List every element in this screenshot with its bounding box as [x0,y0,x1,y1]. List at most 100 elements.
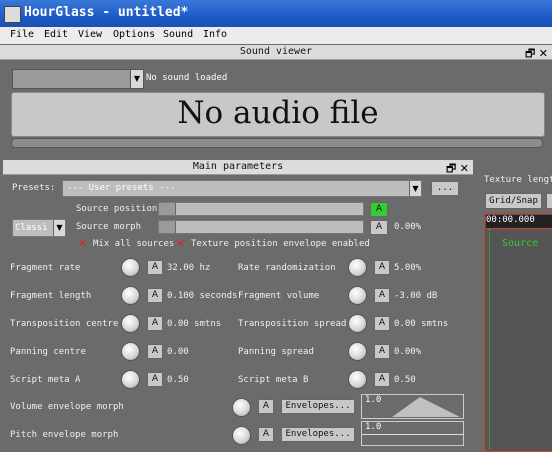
volume-envelope-knob[interactable] [232,398,251,417]
menu-sound[interactable]: Sound [163,29,193,40]
volume-envelope-a-button[interactable]: A [258,399,274,414]
no-audio-placeholder: No audio file [177,95,379,131]
script-meta-b-label: Script meta B [238,375,309,385]
menu-file[interactable]: File [10,29,34,40]
fragment-volume-knob[interactable] [348,286,367,305]
pitch-envelopes-button[interactable]: Envelopes... [281,427,355,442]
script-meta-b-knob[interactable] [348,370,367,389]
envelope-shape [392,397,460,417]
waveform-display[interactable]: No audio file [11,92,545,137]
mix-all-checkbox[interactable]: ✕ [78,238,88,249]
chevron-down-icon[interactable]: ▼ [53,220,65,236]
window-title: HourGlass - untitled* [24,5,189,20]
fragment-volume-value: -3.00 dB [394,291,438,301]
sound-status: No sound loaded [146,73,228,83]
panning-spread-label: Panning spread [238,347,314,357]
script-meta-b-a-button[interactable]: A [374,372,390,387]
menu-options[interactable]: Options [113,29,155,40]
pitch-envelope-a-button[interactable]: A [258,427,274,442]
float-icon[interactable]: 🗗 [446,162,456,175]
mode-value: Classi [15,223,48,233]
source-morph-a-button[interactable]: A [370,220,388,235]
volume-envelopes-button[interactable]: Envelopes... [281,399,355,414]
transposition-centre-knob[interactable] [121,314,140,333]
sound-viewer-scrollbar[interactable] [11,138,543,148]
panning-centre-label: Panning centre [10,347,86,357]
panning-centre-value: 0.00 [167,347,189,357]
title-bar: HourGlass - untitled* [0,0,552,27]
fragment-length-label: Fragment length [10,291,92,301]
panning-centre-a-button[interactable]: A [147,344,163,359]
volume-envelope-label: Volume envelope morph [10,402,124,412]
volume-envelope-editor[interactable]: 1.0 [361,394,464,419]
source-morph-label: Source morph [76,222,142,232]
mode-select[interactable]: Classi ▼ [12,219,66,237]
source-position-label: Source position [76,204,158,214]
pitch-envelope-value: 1.0 [365,422,382,432]
source-morph-slider[interactable] [158,220,364,234]
float-icon[interactable]: 🗗 [525,47,535,60]
main-parameters-title: Main parameters [192,161,284,172]
chevron-down-icon[interactable]: ▼ [409,181,421,196]
source-morph-value: 0.00% [394,222,422,232]
presets-label: Presets: [12,183,56,193]
rate-randomization-knob[interactable] [348,258,367,277]
main-parameters-header: Main parameters 🗗 ✕ [3,160,473,175]
transposition-spread-value: 0.00 smtns [394,319,449,329]
menu-info[interactable]: Info [203,29,227,40]
source-position-a-button[interactable]: A [370,202,388,217]
presets-select[interactable]: --- User presets --- ▼ [62,180,422,197]
presets-value: --- User presets --- [67,183,176,193]
fragment-rate-knob[interactable] [121,258,140,277]
texture-timeline[interactable]: 00:00.000 Source [484,213,552,452]
texture-source-label: Source [502,238,539,249]
mix-all-label: Mix all sources [93,239,175,249]
transposition-spread-a-button[interactable]: A [374,316,390,331]
fragment-rate-value: 32.00 hz [167,263,211,273]
fragment-rate-label: Fragment rate [10,263,81,273]
panning-spread-a-button[interactable]: A [374,344,390,359]
texture-time: 00:00.000 [486,215,552,229]
pitch-envelope-knob[interactable] [232,426,251,445]
slider-handle[interactable] [159,221,176,233]
script-meta-a-knob[interactable] [121,370,140,389]
panning-centre-knob[interactable] [121,342,140,361]
sound-viewer-title: Sound viewer [239,46,313,57]
rate-randomization-value: 5.00% [394,263,422,273]
close-icon[interactable]: ✕ [539,47,548,60]
transposition-centre-value: 0.00 smtns [167,319,222,329]
menu-bar: File Edit View Options Sound Info [0,27,552,44]
fragment-length-a-button[interactable]: A [147,288,163,303]
close-icon[interactable]: ✕ [460,162,469,175]
script-meta-a-a-button[interactable]: A [147,372,163,387]
fragment-volume-a-button[interactable]: A [374,288,390,303]
fragment-length-value: 0.100 seconds [167,291,238,301]
fragment-length-knob[interactable] [121,286,140,305]
texture-extra-button[interactable] [546,193,552,209]
texture-cursor [489,229,491,449]
app-icon [4,6,21,23]
panning-spread-value: 0.00% [394,347,422,357]
transposition-centre-a-button[interactable]: A [147,316,163,331]
grid-snap-button[interactable]: Grid/Snap [485,193,542,209]
rate-randomization-label: Rate randomization [238,263,336,273]
envelope-line [362,434,463,435]
chevron-down-icon[interactable]: ▼ [130,70,143,88]
script-meta-a-value: 0.50 [167,375,189,385]
transposition-spread-knob[interactable] [348,314,367,333]
presets-more-button[interactable]: ... [431,181,459,196]
texture-envelope-label: Texture position envelope enabled [191,239,370,249]
source-position-slider[interactable] [158,202,364,216]
panning-spread-knob[interactable] [348,342,367,361]
slider-handle[interactable] [159,203,176,215]
pitch-envelope-editor[interactable]: 1.0 [361,421,464,446]
rate-randomization-a-button[interactable]: A [374,260,390,275]
script-meta-b-value: 0.50 [394,375,416,385]
menu-view[interactable]: View [78,29,102,40]
texture-envelope-checkbox[interactable]: ✕ [176,238,186,249]
fragment-rate-a-button[interactable]: A [147,260,163,275]
menu-edit[interactable]: Edit [44,29,68,40]
sound-select[interactable]: ▼ [12,69,144,89]
transposition-spread-label: Transposition spread [238,319,347,329]
script-meta-a-label: Script meta A [10,375,81,385]
